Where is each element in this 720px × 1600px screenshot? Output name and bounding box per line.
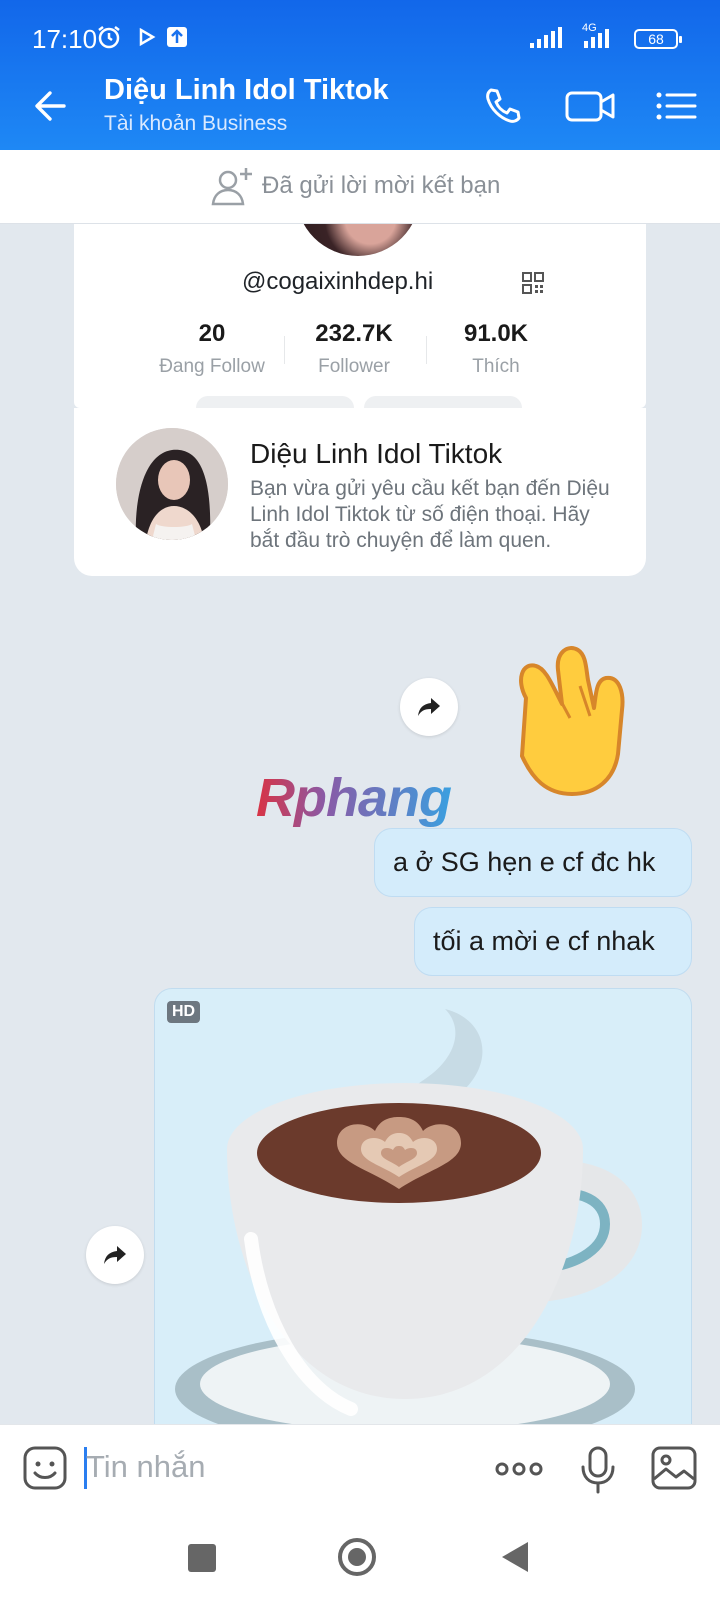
signal-icon-2	[584, 26, 609, 48]
stat-value: 232.7K	[315, 320, 393, 347]
contact-card-description: Bạn vừa gửi yêu cầu kết bạn đến Diệu Lin…	[250, 477, 610, 552]
stat-label: Đang Follow	[159, 356, 265, 377]
contact-avatar[interactable]	[116, 428, 228, 540]
home-dot	[348, 1548, 366, 1566]
image-icon	[651, 1446, 697, 1490]
microphone-icon	[581, 1446, 615, 1494]
contact-name[interactable]: Diệu Linh Idol Tiktok	[104, 74, 389, 107]
video-camera-icon	[565, 91, 615, 122]
watermark-text: Rphang	[256, 768, 452, 828]
friend-request-banner: Đã gửi lời mời kết bạn	[0, 150, 720, 224]
share-arrow-icon	[418, 698, 440, 716]
voice-message-button[interactable]	[578, 1445, 618, 1500]
alarm-icon	[96, 24, 122, 55]
back-button[interactable]	[28, 82, 76, 130]
phone-icon	[486, 88, 521, 123]
sent-message[interactable]: tối a mời e cf nhak	[414, 907, 692, 976]
status-time: 17:10	[32, 24, 98, 54]
qr-code-icon	[522, 272, 544, 299]
tiktok-profile-card[interactable]: @cogaixinhdep.hi 20 Đang Follow 232.7K F…	[74, 224, 646, 408]
battery-indicator: 68	[634, 29, 682, 49]
arrow-left-icon	[35, 91, 66, 121]
more-options-button[interactable]	[494, 1457, 544, 1486]
video-call-button[interactable]	[564, 82, 620, 130]
profile-action-button[interactable]	[196, 396, 354, 408]
contact-info-card: Diệu Linh Idol Tiktok Bạn vừa gửi yêu cầ…	[74, 408, 646, 576]
account-type: Tài khoản Business	[104, 112, 288, 135]
profile-handle: @cogaixinhdep.hi	[242, 268, 434, 295]
profile-action-button[interactable]	[364, 396, 522, 408]
stat-followers: 232.7K Follower	[284, 320, 424, 378]
stat-value: 91.0K	[463, 320, 529, 347]
system-navigation-bar	[0, 1516, 720, 1600]
forward-button[interactable]	[400, 678, 458, 736]
photo-gallery-button[interactable]	[650, 1445, 698, 1496]
more-dots-icon	[495, 1462, 543, 1476]
voice-call-button[interactable]	[478, 82, 526, 130]
stat-label: Thích	[472, 356, 520, 377]
upload-icon	[166, 24, 188, 55]
recent-apps-button[interactable]	[188, 1544, 216, 1572]
list-menu-icon	[656, 92, 697, 120]
sent-message[interactable]: a ở SG hẹn e cf đc hk	[374, 828, 692, 897]
image-message[interactable]: HD	[154, 988, 692, 1428]
friend-request-status: Đã gửi lời mời kết bạn	[262, 172, 501, 199]
forward-button[interactable]	[86, 1226, 144, 1284]
stat-label: Follower	[318, 356, 390, 377]
smiley-sticker-icon	[23, 1446, 67, 1490]
hd-badge: HD	[167, 1001, 201, 1023]
message-input[interactable]: Tin nhắn	[86, 1449, 206, 1485]
triangle-back-icon	[502, 1542, 528, 1572]
top-bar: 17:10 4G 68 Diệu Linh Idol Tiktok Tài kh…	[0, 0, 720, 150]
stat-value: 20	[198, 320, 226, 347]
options-menu-button[interactable]	[652, 82, 700, 130]
chat-header: Diệu Linh Idol Tiktok Tài khoản Business	[0, 62, 720, 150]
add-friend-icon	[210, 164, 256, 215]
signal-icon	[530, 26, 562, 48]
coffee-cup-image	[175, 1009, 643, 1427]
profile-avatar	[296, 224, 420, 256]
share-arrow-icon	[104, 1246, 126, 1264]
message-composer: Tin nhắn	[0, 1424, 720, 1516]
home-button[interactable]	[338, 1538, 376, 1576]
sticker-button[interactable]	[22, 1445, 68, 1496]
stat-likes: 91.0K Thích	[426, 320, 566, 378]
waving-hand-sticker[interactable]	[496, 628, 666, 803]
status-bar: 17:10 4G 68	[0, 0, 720, 62]
play-icon	[138, 24, 158, 55]
back-nav-button[interactable]	[500, 1540, 530, 1579]
stat-following: 20 Đang Follow	[142, 320, 282, 378]
contact-card-name: Diệu Linh Idol Tiktok	[250, 438, 503, 469]
